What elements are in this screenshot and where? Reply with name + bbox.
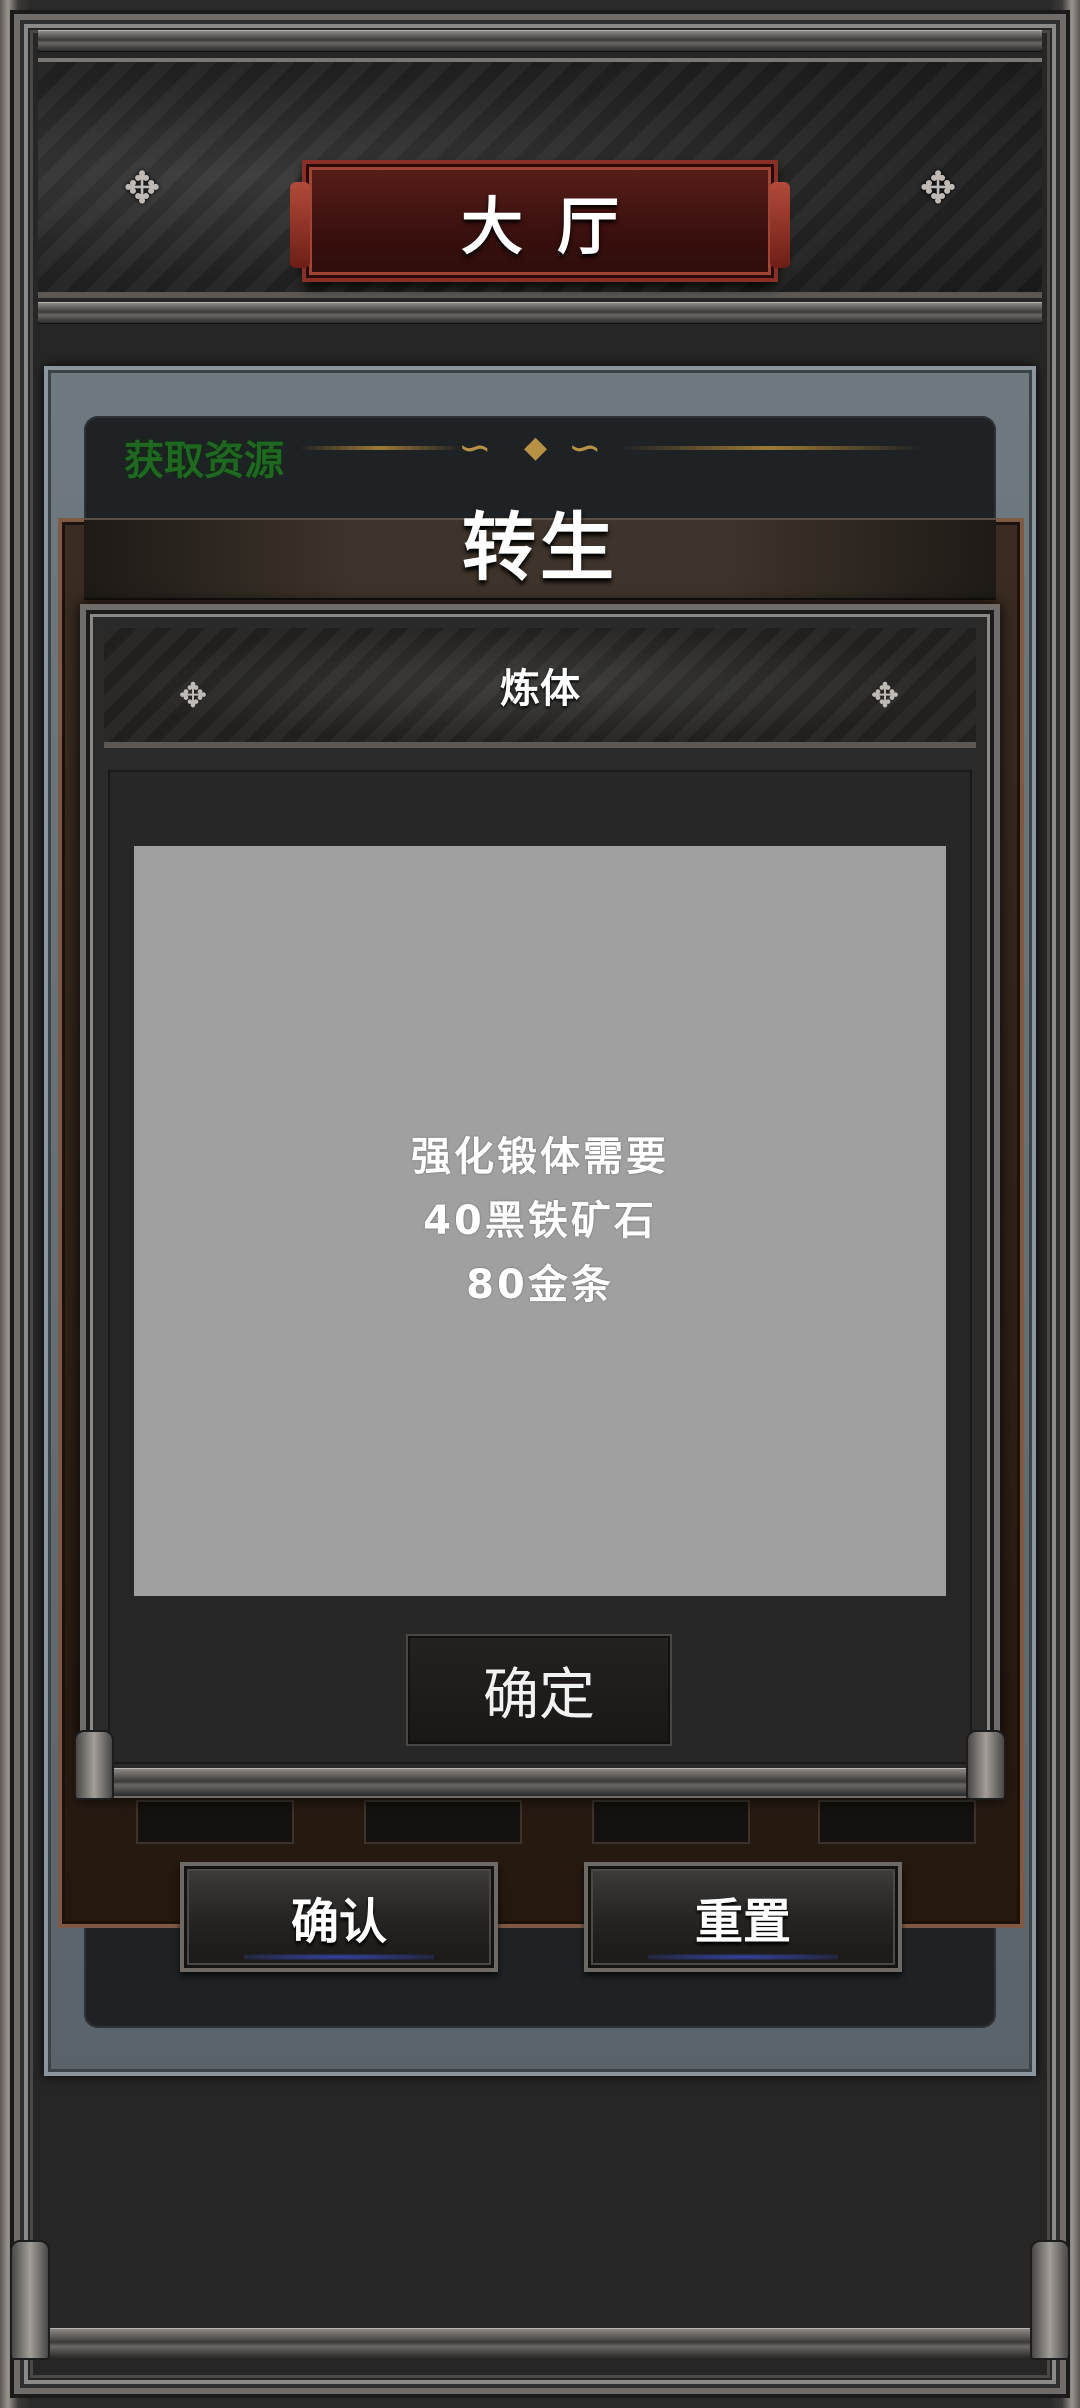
gold-swirl-icon: ∽ [568, 425, 602, 471]
message-line: 80金条 [466, 1262, 614, 1308]
corner-cap [74, 1730, 114, 1800]
ornament-icon: ✥ [919, 163, 957, 214]
header-rail [38, 302, 1042, 324]
dialog-bottom-rail [80, 1768, 1000, 1796]
confirm-button[interactable]: 确认 [180, 1862, 498, 1972]
top-rail [38, 30, 1042, 52]
refine-header: 炼体 [104, 628, 976, 748]
gold-swirl-icon: ∽ [458, 425, 492, 471]
rebirth-slot[interactable] [818, 1800, 976, 1844]
ok-button[interactable]: 确定 [406, 1634, 672, 1746]
rebirth-banner: 转生 [84, 505, 996, 600]
ornament-icon: ✥ [178, 676, 208, 716]
ornament-icon: ✥ [870, 676, 900, 716]
bottom-rail [20, 2328, 1060, 2358]
rebirth-slot[interactable] [136, 1800, 294, 1844]
corner-cap [10, 2240, 50, 2360]
game-screen: ✥ ✥ 大厅 获取资源 ∽ ◆ ∽ 转生 确认 重置 炼体 ✥ ✥ 强化锻体需要… [0, 0, 1080, 2408]
lobby-title: 大厅 [460, 190, 653, 263]
message-line: 40黑铁矿石 [423, 1198, 657, 1244]
corner-cap [966, 1730, 1006, 1800]
gold-divider-right [620, 446, 920, 450]
refine-title: 炼体 [500, 666, 580, 712]
lobby-title-plate: 大厅 [290, 160, 790, 282]
message-line: 强化锻体需要 [411, 1134, 669, 1180]
get-resources-label[interactable]: 获取资源 [124, 428, 284, 486]
ornament-icon: ✥ [123, 163, 161, 214]
rebirth-slot[interactable] [364, 1800, 522, 1844]
message-text: 强化锻体需要 40黑铁矿石 80金条 [411, 1125, 669, 1317]
message-box: 强化锻体需要 40黑铁矿石 80金条 [134, 846, 946, 1596]
rebirth-slot[interactable] [592, 1800, 750, 1844]
diamond-icon: ◆ [524, 430, 548, 465]
gold-divider-left [300, 446, 460, 450]
rebirth-title: 转生 [462, 504, 618, 591]
reset-button[interactable]: 重置 [584, 1862, 902, 1972]
corner-cap [1030, 2240, 1070, 2360]
